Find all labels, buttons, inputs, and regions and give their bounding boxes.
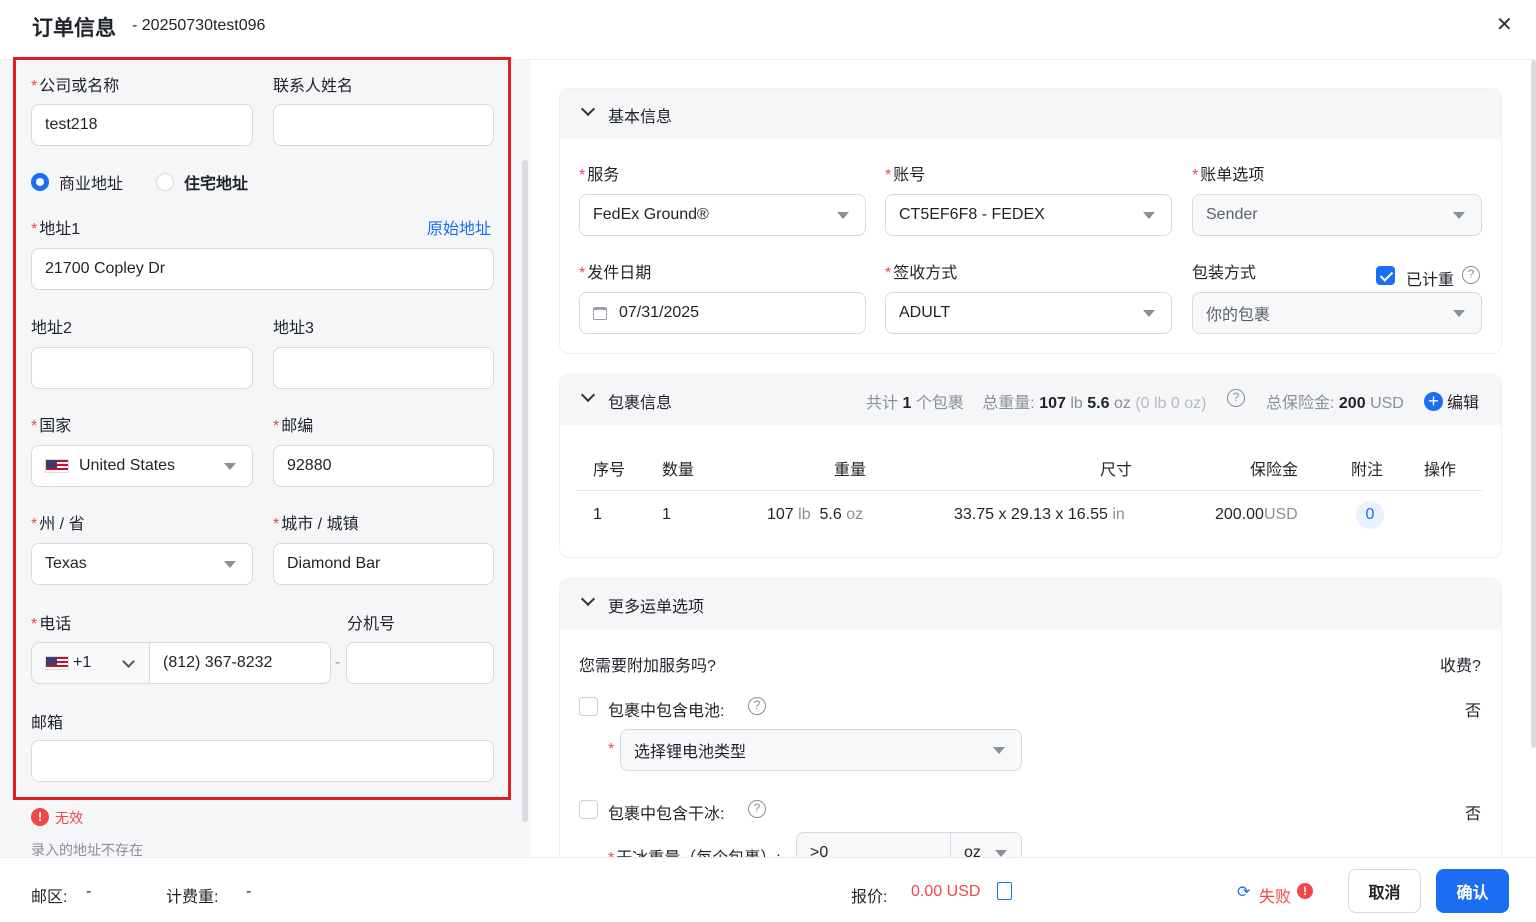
order-dialog: 订单信息 - 20250730test096 ✕ * 公司或名称 test218 … bbox=[0, 0, 1536, 922]
zone-label: 邮区: bbox=[31, 889, 68, 906]
battery-checkbox[interactable] bbox=[579, 697, 598, 716]
dialog-title: 订单信息 bbox=[32, 17, 116, 40]
more-options-card bbox=[559, 578, 1502, 878]
close-icon[interactable]: ✕ bbox=[1496, 12, 1513, 37]
refresh-icon[interactable]: ⟳ bbox=[1237, 882, 1250, 902]
billed-weight-value: - bbox=[246, 883, 252, 900]
row-qty: 1 bbox=[662, 506, 671, 523]
more-options-title: 更多运单选项 bbox=[608, 599, 705, 616]
packaging-select[interactable]: 你的包裹 bbox=[1192, 292, 1482, 334]
col-qty: 数量 bbox=[662, 462, 695, 479]
service-label: * 服务 bbox=[579, 167, 620, 184]
cancel-button[interactable]: 取消 bbox=[1348, 869, 1421, 913]
row-insurance: 200.00USD bbox=[1215, 506, 1298, 523]
col-insurance: 保险金 bbox=[1250, 462, 1299, 479]
billed-weight-label: 计费重: bbox=[166, 889, 219, 906]
col-action: 操作 bbox=[1424, 462, 1457, 479]
highlight-box bbox=[13, 57, 511, 800]
bill-option-label: * 账单选项 bbox=[1192, 167, 1265, 184]
help-icon[interactable]: ? bbox=[1227, 389, 1245, 407]
confirm-button[interactable]: 确认 bbox=[1436, 869, 1509, 913]
weighed-label: 已计重 bbox=[1406, 272, 1455, 289]
ship-date-input[interactable]: 07/31/2025 bbox=[579, 292, 866, 334]
weighed-checkbox[interactable] bbox=[1376, 266, 1395, 285]
help-icon[interactable]: ? bbox=[748, 697, 766, 715]
dialog-footer: 邮区: - 计费重: - 报价: 0.00 USD ⟳ 失败 ! 取消 确认 bbox=[0, 857, 1536, 922]
chevron-down-icon bbox=[1453, 212, 1465, 219]
error-icon: ! bbox=[31, 808, 49, 826]
order-number: - 20250730test096 bbox=[132, 17, 266, 34]
insurance-summary: 总保险金: 200 USD bbox=[1266, 395, 1404, 412]
package-summary: 共计 1 个包裹 总重量: 107 lb 5.6 oz (0 lb 0 oz) bbox=[866, 395, 1207, 412]
ship-date-label: * 发件日期 bbox=[579, 265, 652, 282]
table-divider bbox=[577, 490, 1482, 491]
chevron-down-icon bbox=[995, 850, 1007, 857]
help-icon[interactable]: ? bbox=[1462, 266, 1480, 284]
chevron-down-icon bbox=[1143, 310, 1155, 317]
right-scrollbar[interactable] bbox=[1531, 60, 1536, 748]
left-scrollbar[interactable] bbox=[522, 160, 528, 822]
package-info-title: 包裹信息 bbox=[608, 395, 673, 412]
dryice-label: 包裹中包含干冰: bbox=[608, 806, 725, 823]
quote-value: 0.00 USD bbox=[911, 883, 981, 900]
col-dims: 尺寸 bbox=[1100, 462, 1133, 479]
account-select[interactable]: CT5EF6F8 - FEDEX bbox=[885, 194, 1172, 236]
col-index: 序号 bbox=[593, 462, 626, 479]
account-label: * 账号 bbox=[885, 167, 926, 184]
battery-label: 包裹中包含电池: bbox=[608, 703, 725, 720]
bill-option-select[interactable]: Sender bbox=[1192, 194, 1482, 236]
chevron-down-icon bbox=[837, 212, 849, 219]
service-select[interactable]: FedEx Ground® bbox=[579, 194, 866, 236]
row-index: 1 bbox=[593, 506, 602, 523]
row-weight: 107 lb 5.6 oz bbox=[767, 506, 864, 523]
calendar-icon bbox=[593, 306, 607, 320]
col-note: 附注 bbox=[1351, 462, 1384, 479]
signature-select[interactable]: ADULT bbox=[885, 292, 1172, 334]
addon-question: 您需要附加服务吗? bbox=[579, 658, 716, 675]
help-icon[interactable]: ? bbox=[748, 800, 766, 818]
fail-status: 失败 bbox=[1259, 889, 1292, 906]
note-badge[interactable]: 0 bbox=[1356, 501, 1384, 529]
battery-value: 否 bbox=[1465, 703, 1482, 720]
zone-value: - bbox=[86, 883, 92, 900]
required-mark: * bbox=[608, 741, 615, 758]
signature-label: * 签收方式 bbox=[885, 265, 958, 282]
validation-status: 无效 bbox=[55, 810, 83, 826]
dryice-checkbox[interactable] bbox=[579, 800, 598, 819]
basic-info-header[interactable] bbox=[560, 89, 1501, 139]
basic-info-title: 基本信息 bbox=[608, 109, 673, 126]
charge-label: 收费? bbox=[1440, 658, 1481, 675]
row-dims: 33.75 x 29.13 x 16.55 in bbox=[954, 506, 1125, 523]
battery-type-select[interactable]: 选择锂电池类型 bbox=[620, 729, 1022, 771]
error-icon: ! bbox=[1297, 883, 1313, 899]
edit-package-button[interactable]: + 编辑 bbox=[1424, 389, 1479, 413]
quote-detail-icon[interactable] bbox=[997, 882, 1012, 900]
dryice-value: 否 bbox=[1465, 806, 1482, 823]
quote-label: 报价: bbox=[851, 889, 888, 906]
plus-circle-icon: + bbox=[1424, 391, 1443, 411]
chevron-down-icon bbox=[1453, 310, 1465, 317]
chevron-down-icon bbox=[1143, 212, 1155, 219]
col-weight: 重量 bbox=[834, 462, 867, 479]
chevron-down-icon bbox=[993, 747, 1005, 754]
dialog-header: 订单信息 - 20250730test096 ✕ bbox=[0, 0, 1536, 60]
packaging-label: 包装方式 bbox=[1192, 265, 1257, 282]
